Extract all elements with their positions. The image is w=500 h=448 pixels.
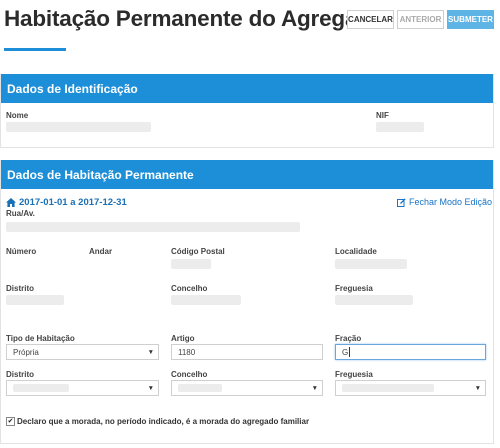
- locality-value-redacted: [335, 259, 407, 269]
- parish-label: Freguesia: [335, 284, 373, 293]
- previous-button[interactable]: ANTERIOR: [397, 10, 444, 29]
- housing-type-value: Própria: [13, 347, 39, 357]
- municipality-select-value-redacted: [178, 384, 222, 392]
- fraction-value: G: [342, 347, 349, 357]
- district-label: Distrito: [6, 284, 34, 293]
- housing-type-select[interactable]: Própria ▼: [6, 344, 159, 360]
- caret-down-icon: ▼: [474, 385, 481, 392]
- district-select-label: Distrito: [6, 370, 34, 379]
- residence-panel-title: Dados de Habitação Permanente: [1, 160, 493, 189]
- article-value: 1180: [178, 347, 196, 357]
- identification-panel: Dados de Identificação: [0, 74, 494, 148]
- nif-value-redacted: [376, 122, 424, 132]
- check-icon: ✔: [7, 418, 14, 425]
- parish-select-label: Freguesia: [335, 370, 373, 379]
- cancel-button[interactable]: CANCELAR: [347, 10, 394, 29]
- street-label: Rua/Av.: [6, 209, 35, 218]
- nif-label: NIF: [376, 111, 389, 120]
- locality-label: Localidade: [335, 247, 377, 256]
- close-edit-mode-link[interactable]: Fechar Modo Edição: [397, 197, 492, 207]
- declaration-label: Declaro que a morada, no período indicad…: [17, 417, 310, 426]
- parish-value-redacted: [335, 295, 413, 305]
- submit-button[interactable]: SUBMETER: [447, 10, 494, 29]
- page-title: Habitação Permanente do Agregado: [4, 6, 385, 31]
- postal-code-value-redacted: [171, 259, 211, 269]
- housing-type-label: Tipo de Habitação: [6, 334, 75, 343]
- period-link[interactable]: 2017-01-01 a 2017-12-31: [6, 197, 127, 208]
- district-value-redacted: [6, 295, 64, 305]
- caret-down-icon: ▼: [311, 385, 318, 392]
- close-edit-mode-label: Fechar Modo Edição: [409, 197, 493, 207]
- postal-code-label: Código Postal: [171, 247, 225, 256]
- parish-select[interactable]: ▼: [335, 380, 486, 396]
- period-text: 2017-01-01 a 2017-12-31: [19, 197, 127, 208]
- edit-icon: [397, 197, 406, 207]
- name-value-redacted: [6, 122, 151, 132]
- home-icon: [6, 198, 16, 207]
- municipality-select[interactable]: ▼: [171, 380, 323, 396]
- title-underline: [4, 48, 66, 51]
- number-label: Número: [6, 247, 37, 256]
- fraction-input[interactable]: G: [335, 344, 486, 360]
- article-label: Artigo: [171, 334, 195, 343]
- declaration-checkbox[interactable]: ✔: [6, 417, 15, 426]
- fraction-label: Fração: [335, 334, 362, 343]
- name-label: Nome: [6, 111, 29, 120]
- district-select-value-redacted: [13, 384, 69, 392]
- street-value-redacted: [6, 222, 300, 232]
- municipality-value-redacted: [171, 295, 241, 305]
- identification-panel-title: Dados de Identificação: [1, 74, 493, 103]
- municipality-label: Concelho: [171, 284, 208, 293]
- text-cursor: [349, 347, 351, 357]
- floor-label: Andar: [89, 247, 113, 256]
- district-select[interactable]: ▼: [6, 380, 159, 396]
- parish-select-value-redacted: [342, 384, 434, 392]
- caret-down-icon: ▼: [147, 349, 154, 356]
- article-input[interactable]: 1180: [171, 344, 323, 360]
- caret-down-icon: ▼: [147, 385, 154, 392]
- page-header: Habitação Permanente do Agregado CANCELA…: [0, 0, 500, 52]
- municipality-select-label: Concelho: [171, 370, 208, 379]
